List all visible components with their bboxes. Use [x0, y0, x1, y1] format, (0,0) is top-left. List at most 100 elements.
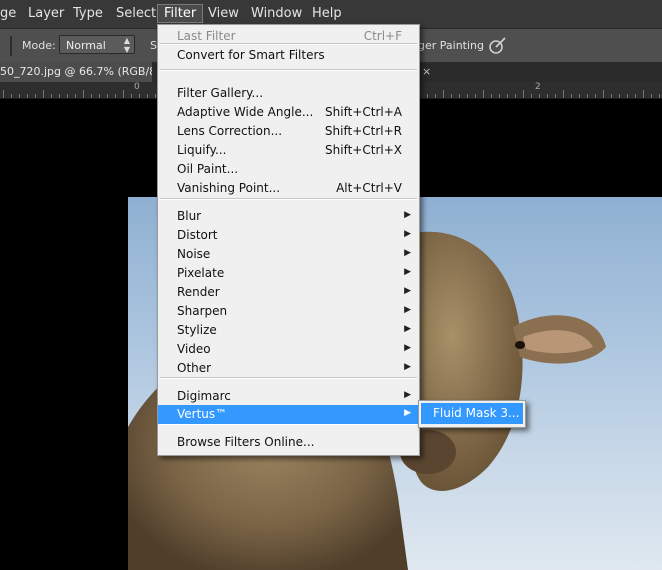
menu-item-label: Distort — [177, 228, 218, 242]
menu-item-convert-for-smart-filters[interactable]: Convert for Smart Filters — [158, 46, 419, 65]
menu-layer[interactable]: Layer — [28, 6, 64, 21]
ruler-label: 2 — [535, 82, 541, 92]
close-tab-icon[interactable]: × — [422, 65, 431, 78]
ruler-tick — [659, 94, 660, 98]
menu-item-render[interactable]: Render ▶ — [158, 283, 419, 302]
submenu-arrow-icon: ▶ — [404, 343, 411, 353]
ruler-tick — [587, 94, 588, 98]
menu-item-vertus[interactable]: Vertus™ ▶ — [158, 405, 419, 424]
vertus-submenu: Fluid Mask 3... — [418, 400, 526, 428]
menu-view[interactable]: View — [208, 6, 239, 21]
ruler-tick — [627, 94, 628, 98]
ruler-label: 0 — [134, 82, 140, 92]
menu-item-label: Blur — [177, 209, 202, 223]
menu-item-label: Convert for Smart Filters — [177, 48, 325, 62]
ruler-tick — [539, 94, 540, 98]
ruler-tick — [571, 94, 572, 98]
submenu-arrow-icon: ▶ — [404, 229, 411, 239]
menu-item-vanishing-point[interactable]: Vanishing Point... Alt+Ctrl+V — [158, 179, 419, 198]
submenu-arrow-icon: ▶ — [404, 408, 411, 418]
document-tab[interactable]: 50_720.jpg @ 66.7% (RGB/8#) — [0, 62, 152, 82]
ruler-tick — [507, 94, 508, 98]
ruler-tick — [115, 94, 116, 98]
menu-item-shortcut: Alt+Ctrl+V — [336, 181, 402, 195]
ruler-tick — [19, 94, 20, 98]
ruler-tick — [3, 90, 4, 98]
ruler-tick — [27, 94, 28, 98]
menu-item-pixelate[interactable]: Pixelate ▶ — [158, 264, 419, 283]
menu-item-stylize[interactable]: Stylize ▶ — [158, 321, 419, 340]
submenu-arrow-icon: ▶ — [404, 362, 411, 372]
menu-item-noise[interactable]: Noise ▶ — [158, 245, 419, 264]
menu-item-video[interactable]: Video ▶ — [158, 340, 419, 359]
ruler-tick — [579, 94, 580, 98]
ruler-tick — [67, 94, 68, 98]
menu-filter[interactable]: Filter — [157, 4, 204, 23]
ruler-tick — [99, 94, 100, 98]
menu-item-shortcut: Shift+Ctrl+X — [325, 143, 402, 157]
menu-edge-item[interactable]: ge — [0, 6, 16, 21]
ruler-tick — [619, 94, 620, 98]
mode-select[interactable]: Normal ▲ ▼ — [59, 35, 135, 54]
menu-item-blur[interactable]: Blur ▶ — [158, 207, 419, 226]
menu-item-label: Digimarc — [177, 389, 231, 403]
menu-type[interactable]: Type — [73, 6, 103, 21]
ruler-tick — [147, 94, 148, 98]
menu-item-adaptive-wide-angle[interactable]: Adaptive Wide Angle... Shift+Ctrl+A — [158, 103, 419, 122]
ruler-tick — [155, 94, 156, 98]
menu-help[interactable]: Help — [312, 6, 342, 21]
submenu-arrow-icon: ▶ — [404, 210, 411, 220]
menu-item-label: Liquify... — [177, 143, 227, 157]
menu-item-sharpen[interactable]: Sharpen ▶ — [158, 302, 419, 321]
ruler-tick — [475, 94, 476, 98]
menu-item-label: Noise — [177, 247, 211, 261]
ruler-tick — [483, 90, 484, 98]
menu-item-label: Other — [177, 361, 212, 375]
menu-item-label: Vanishing Point... — [177, 181, 281, 195]
mode-label: Mode: — [22, 39, 56, 52]
submenu-arrow-icon: ▶ — [404, 248, 411, 258]
menu-item-oil-paint[interactable]: Oil Paint... — [158, 160, 419, 179]
ruler-tick — [467, 94, 468, 98]
menu-item-other[interactable]: Other ▶ — [158, 359, 419, 378]
ruler-tick — [59, 94, 60, 98]
ruler-tick — [531, 94, 532, 98]
ruler-tick — [555, 94, 556, 98]
filter-menu: Last Filter Ctrl+F Convert for Smart Filte… — [157, 24, 420, 456]
menu-item-label: Adaptive Wide Angle... — [177, 105, 314, 119]
ruler-tick — [459, 94, 460, 98]
ruler-tick — [611, 94, 612, 98]
submenu-arrow-icon: ▶ — [404, 267, 411, 277]
submenu-arrow-icon: ▶ — [404, 286, 411, 296]
menu-item-fluid-mask[interactable]: Fluid Mask 3... — [421, 403, 523, 424]
menu-item-digimarc[interactable]: Digimarc ▶ — [158, 387, 419, 406]
ruler-tick — [123, 90, 124, 98]
strength-label: S — [150, 39, 157, 52]
ruler-tick — [139, 94, 140, 98]
menu-item-distort[interactable]: Distort ▶ — [158, 226, 419, 245]
ruler-tick — [91, 94, 92, 98]
ruler-tick — [635, 94, 636, 98]
ruler-tick — [451, 94, 452, 98]
ruler-tick — [595, 94, 596, 98]
submenu-arrow-icon: ▶ — [404, 324, 411, 334]
ruler-tick — [11, 94, 12, 98]
menu-item-label: Stylize — [177, 323, 217, 337]
ruler-tick — [443, 90, 444, 98]
ruler-tick — [51, 94, 52, 98]
pressure-brush-icon[interactable] — [488, 35, 508, 55]
ruler-tick — [603, 90, 604, 98]
menu-window[interactable]: Window — [251, 6, 302, 21]
mode-value: Normal — [66, 39, 106, 52]
menu-item-lens-correction[interactable]: Lens Correction... Shift+Ctrl+R — [158, 122, 419, 141]
menu-item-filter-gallery[interactable]: Filter Gallery... — [158, 84, 419, 103]
menu-item-browse-filters-online[interactable]: Browse Filters Online... — [158, 433, 419, 452]
menu-select[interactable]: Select — [116, 6, 156, 21]
ruler-tick — [35, 94, 36, 98]
menu-item-last-filter: Last Filter Ctrl+F — [158, 27, 419, 46]
menu-item-shortcut: Shift+Ctrl+R — [324, 124, 402, 138]
menu-item-liquify[interactable]: Liquify... Shift+Ctrl+X — [158, 141, 419, 160]
menu-item-label: Oil Paint... — [177, 162, 239, 176]
finger-painting-label[interactable]: ger Painting — [418, 39, 484, 52]
menu-item-label: Pixelate — [177, 266, 225, 280]
